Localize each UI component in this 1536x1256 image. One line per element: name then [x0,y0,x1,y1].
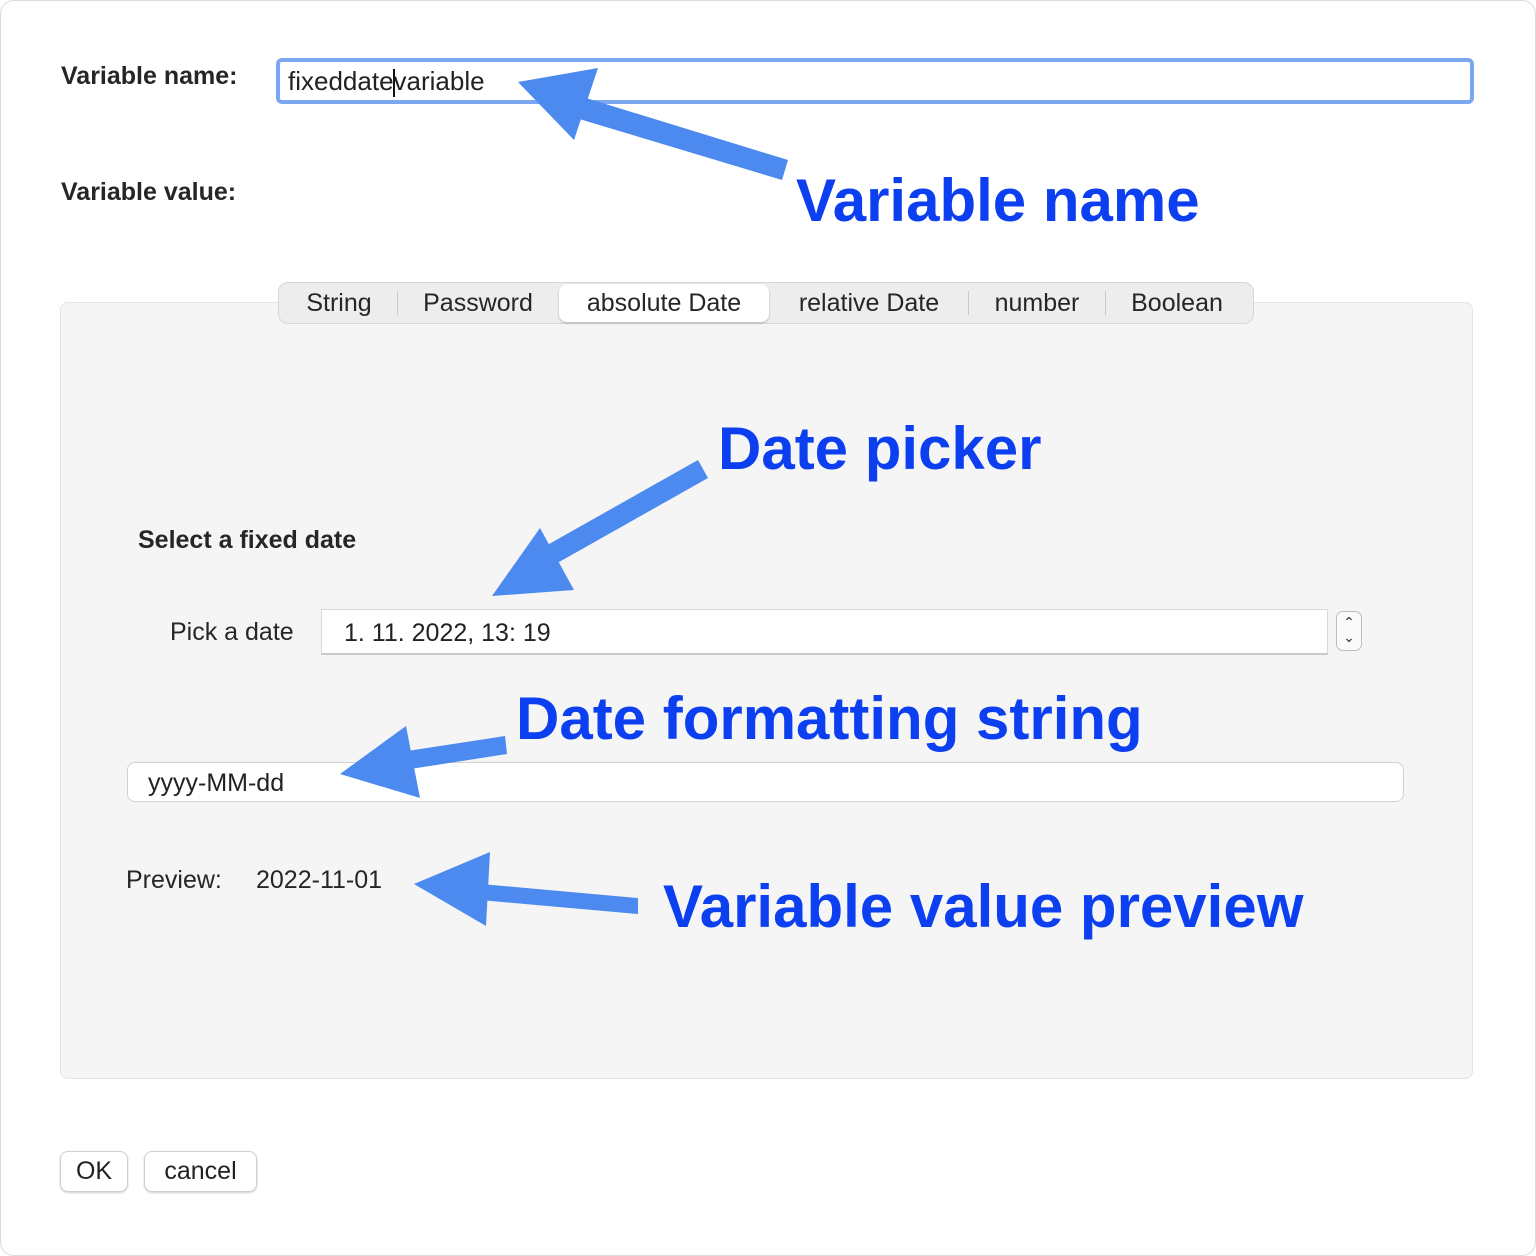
arrow-to-format-string-icon [340,726,507,798]
annotation-arrows [340,68,788,926]
annotation-date-picker: Date picker [718,415,1042,482]
arrow-to-preview-icon [414,852,638,926]
annotation-value-preview: Variable value preview [663,873,1304,940]
annotation-variable-name: Variable name [796,167,1200,234]
annotation-date-formatting: Date formatting string [516,685,1143,752]
arrow-to-variable-name-icon [518,68,788,180]
arrow-to-date-picker-icon [492,460,708,596]
